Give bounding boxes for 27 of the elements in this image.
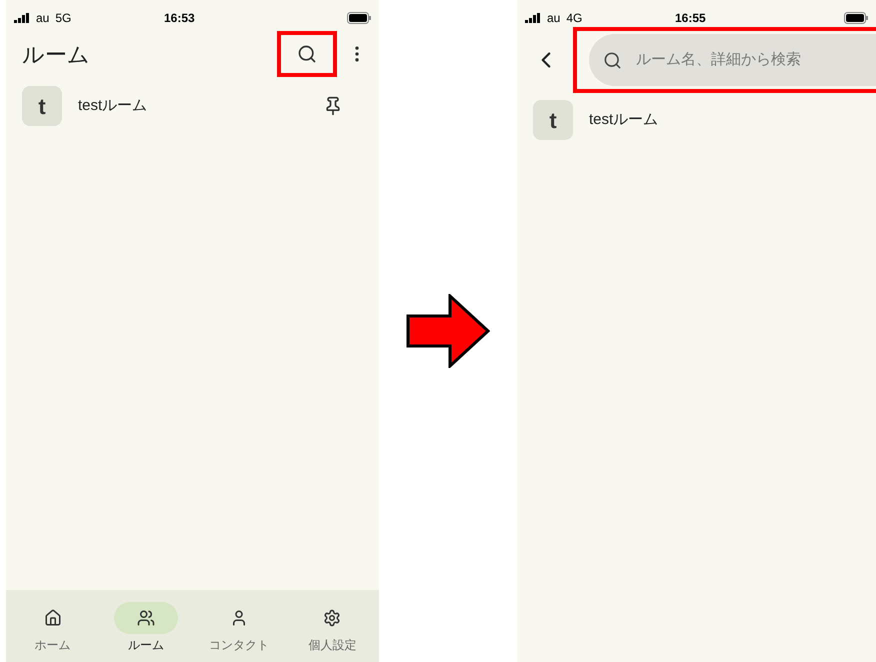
room-avatar: t bbox=[533, 100, 573, 140]
network-label: 4G bbox=[566, 10, 582, 27]
carrier-label: au bbox=[36, 10, 50, 27]
settings-icon bbox=[323, 609, 342, 627]
arrow-icon bbox=[406, 294, 490, 368]
carrier-label: au bbox=[547, 10, 560, 27]
room-name[interactable]: testルーム bbox=[78, 94, 148, 118]
signal-icon bbox=[14, 13, 30, 23]
nav-tab[interactable]: ホーム bbox=[6, 602, 100, 654]
nav-tab[interactable]: コンタクト bbox=[192, 602, 286, 654]
search-field[interactable]: ルーム名、詳細から検索 bbox=[589, 34, 876, 86]
room-name[interactable]: testルーム bbox=[589, 108, 658, 132]
battery-icon bbox=[347, 12, 371, 24]
house-icon bbox=[44, 609, 62, 627]
battery-icon bbox=[844, 12, 868, 24]
page-title: ルーム bbox=[22, 40, 90, 68]
search-icon bbox=[297, 44, 317, 64]
people-icon bbox=[136, 609, 155, 627]
network-label: 5G bbox=[55, 10, 72, 27]
signal-icon bbox=[525, 13, 541, 23]
nav-tab[interactable]: ルーム bbox=[99, 602, 192, 654]
search-button[interactable] bbox=[277, 31, 337, 77]
nav-tab[interactable]: 個人設定 bbox=[286, 602, 379, 654]
room-avatar: t bbox=[22, 86, 62, 126]
search-icon bbox=[603, 50, 622, 70]
status-time: 16:53 bbox=[164, 10, 195, 27]
status-time: 16:55 bbox=[675, 10, 706, 27]
